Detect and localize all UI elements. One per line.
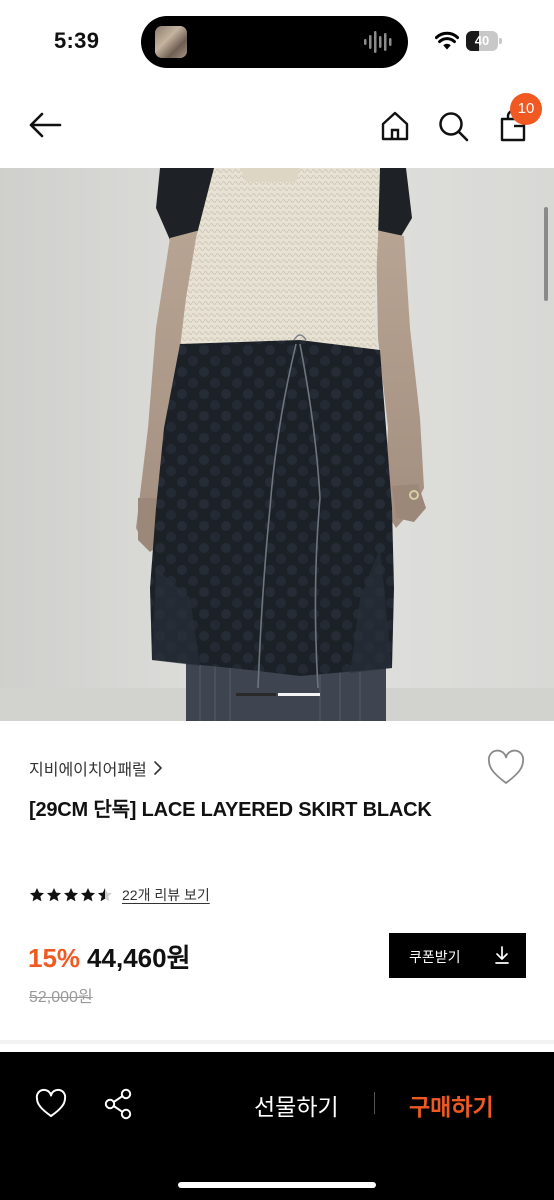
star-rating [29, 887, 113, 903]
heart-icon[interactable] [34, 1088, 68, 1120]
wifi-icon [435, 31, 459, 50]
action-divider [374, 1092, 375, 1114]
review-link[interactable]: 22개 리뷰 보기 [122, 885, 210, 905]
carousel-indicator-track [278, 693, 320, 696]
star-icon [64, 888, 78, 902]
status-bar: 5:39 40 [0, 0, 554, 84]
audio-waveform-icon [364, 31, 392, 53]
bottom-action-bar: 선물하기 구매하기 [0, 1052, 554, 1200]
now-playing-thumbnail [155, 26, 187, 58]
section-divider [0, 1040, 554, 1044]
gift-button[interactable]: 선물하기 [254, 1088, 339, 1122]
rating-row: 22개 리뷰 보기 [29, 885, 210, 905]
status-time: 5:39 [54, 28, 100, 53]
home-indicator[interactable] [178, 1182, 376, 1188]
coupon-button[interactable]: 쿠폰받기 [389, 933, 526, 978]
cart-count-badge: 10 [510, 93, 542, 125]
carousel-indicator-active [236, 693, 276, 696]
coupon-label: 쿠폰받기 [409, 949, 461, 965]
download-icon [495, 946, 509, 964]
buy-button[interactable]: 구매하기 [409, 1088, 494, 1122]
original-price: 52,000원 [29, 989, 93, 1006]
scrollbar[interactable] [544, 207, 548, 301]
dynamic-island[interactable] [141, 16, 408, 68]
star-icon [30, 888, 44, 902]
share-icon[interactable] [102, 1087, 136, 1121]
sale-price: 44,460원 [87, 943, 191, 973]
chevron-right-icon [153, 761, 162, 775]
battery-level: 40 [474, 33, 490, 48]
price-row: 15% 44,460원 [28, 938, 191, 975]
home-icon[interactable] [378, 109, 412, 143]
back-arrow-icon[interactable] [26, 110, 64, 140]
carousel-indicator [236, 693, 320, 696]
app-header [0, 84, 554, 168]
product-title: [29CM 단독] LACE LAYERED SKIRT BLACK [29, 799, 432, 821]
star-icon [47, 888, 61, 902]
search-icon[interactable] [436, 109, 470, 143]
discount-rate: 15% [28, 943, 81, 973]
star-icon [81, 888, 95, 902]
battery-icon: 40 [466, 31, 502, 51]
star-icon [98, 888, 112, 902]
wishlist-heart-icon[interactable] [486, 749, 526, 787]
brand-name: 지비에이치어패럴 [29, 762, 147, 779]
product-image[interactable] [0, 168, 554, 721]
product-photo [0, 168, 554, 721]
brand-link[interactable]: 지비에이치어패럴 [29, 756, 163, 780]
